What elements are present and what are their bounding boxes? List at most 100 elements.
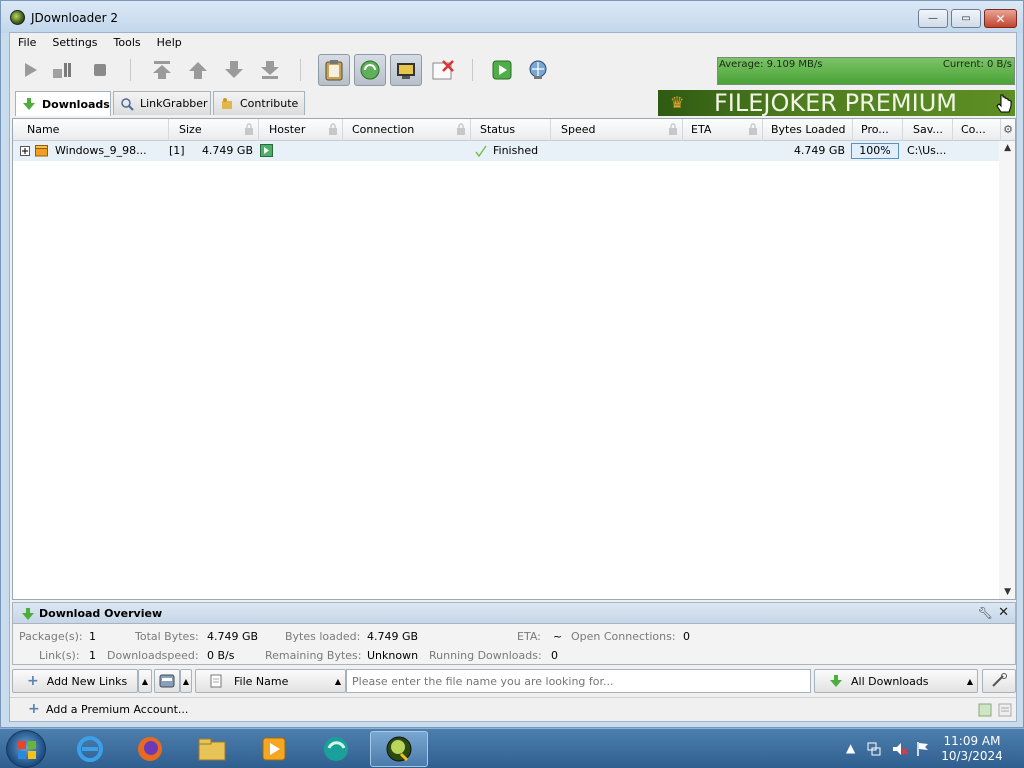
crown-icon: ♛ [670, 93, 685, 112]
expand-icon[interactable] [20, 141, 32, 161]
quick-settings-icon[interactable] [982, 669, 1016, 693]
tab-contribute[interactable]: Contribute [213, 91, 305, 115]
column-hoster-label: Hoster [269, 123, 306, 136]
column-save-to[interactable]: Sav... [903, 119, 953, 141]
download-arrow-icon [830, 675, 842, 687]
speed-meter: Average: 9.109 MB/s Current: 0 B/s [717, 57, 1015, 85]
tab-downloads-label: Downloads [42, 97, 110, 111]
column-progress[interactable]: Pro... [853, 119, 903, 141]
lock-icon [457, 123, 465, 135]
column-hoster[interactable]: Hoster [259, 119, 343, 141]
pause-icon[interactable] [48, 56, 76, 84]
action-center-flag-icon[interactable] [916, 741, 930, 760]
search-input[interactable] [346, 669, 811, 693]
minimize-button[interactable]: — [918, 9, 948, 28]
move-bottom-icon[interactable] [256, 56, 284, 84]
package-bytes-loaded: 4.749 GB [793, 144, 845, 157]
start-button[interactable] [6, 730, 46, 768]
premium-status-icon[interactable] [978, 703, 992, 717]
tab-linkgrabber[interactable]: LinkGrabber [113, 91, 211, 115]
downloads-table: Name Size Hoster Connection Status Speed [12, 118, 1016, 600]
browser-app-icon[interactable] [310, 731, 362, 767]
column-size[interactable]: Size [169, 119, 259, 141]
label-total-bytes: Total Bytes: [135, 630, 199, 643]
maximize-button[interactable]: ▭ [951, 9, 981, 28]
tab-downloads[interactable]: Downloads [15, 91, 111, 116]
clipboard-icon[interactable] [318, 54, 350, 86]
move-down-icon[interactable] [220, 56, 248, 84]
filejoker-premium-banner[interactable]: ♛ FILEJOKER PREMIUM [658, 90, 1015, 116]
play-icon[interactable] [16, 56, 44, 84]
column-size-label: Size [179, 123, 202, 136]
firefox-icon[interactable] [124, 731, 176, 767]
plus-icon: + [28, 701, 40, 717]
status-bar: + Add a Premium Account... [10, 697, 1016, 721]
value-total-bytes: 4.749 GB [207, 630, 259, 643]
finished-check-icon [475, 141, 489, 161]
add-premium-account-link[interactable]: Add a Premium Account... [46, 703, 188, 716]
table-header: Name Size Hoster Connection Status Speed [13, 119, 1015, 141]
column-eta[interactable]: ETA [683, 119, 763, 141]
wrench-icon[interactable]: 🔧︎ [978, 606, 993, 620]
column-connection[interactable]: Connection [343, 119, 471, 141]
banner-text: FILEJOKER PREMIUM [714, 90, 957, 116]
menu-settings[interactable]: Settings [44, 33, 105, 53]
average-speed: Average: 9.109 MB/s [719, 59, 823, 70]
label-open-connections: Open Connections: [571, 630, 676, 643]
value-remaining-bytes: Unknown [367, 649, 419, 662]
label-remaining-bytes: Remaining Bytes: [265, 649, 362, 662]
column-connection-label: Connection [352, 123, 415, 136]
network-icon[interactable] [866, 741, 882, 760]
column-name[interactable]: Name [13, 119, 169, 141]
media-player-icon[interactable] [248, 731, 300, 767]
scroll-down-icon[interactable]: ▼ [1004, 587, 1011, 597]
title-bar[interactable]: JDownloader 2 — ▭ ✕ [1, 1, 1023, 33]
filter-value: All Downloads [851, 674, 929, 688]
column-status[interactable]: Status [471, 119, 551, 141]
menu-tools[interactable]: Tools [106, 33, 149, 53]
column-settings-icon[interactable]: ⚙ [1003, 123, 1013, 136]
column-speed[interactable]: Speed [551, 119, 683, 141]
filter-select[interactable]: All Downloads ▲ [814, 669, 978, 693]
stop-icon[interactable] [86, 56, 114, 84]
internet-explorer-icon[interactable] [64, 731, 116, 767]
label-running-downloads: Running Downloads: [429, 649, 542, 662]
toolbar-separator [472, 59, 473, 81]
save-menu-arrow[interactable]: ▲ [180, 669, 192, 693]
premium-toggle-icon[interactable] [390, 54, 422, 86]
value-links: 1 [89, 649, 96, 662]
close-button[interactable]: ✕ [984, 9, 1017, 28]
update-icon[interactable] [524, 56, 552, 84]
column-comment[interactable]: Co... [953, 119, 1001, 141]
windows-logo-icon [18, 741, 36, 759]
add-links-menu-arrow[interactable]: ▲ [138, 669, 152, 693]
table-row[interactable]: Windows_9_98... [1] 4.749 GB Finished 4.… [13, 141, 999, 161]
table-scrollbar[interactable]: ▲ ▼ [999, 141, 1015, 599]
remove-offline-icon[interactable] [428, 56, 458, 84]
log-icon[interactable] [998, 703, 1012, 717]
save-linklist-icon[interactable] [154, 669, 180, 693]
reconnect-toggle-icon[interactable] [354, 54, 386, 86]
menu-file[interactable]: File [10, 33, 44, 53]
search-by-select[interactable]: File Name ▲ [195, 669, 346, 693]
move-top-icon[interactable] [148, 56, 176, 84]
close-overview-icon[interactable]: ✕ [998, 605, 1009, 620]
menu-help[interactable]: Help [149, 33, 190, 53]
add-new-links-label: Add New Links [46, 674, 128, 688]
clock[interactable]: 11:09 AM 10/3/2024 [936, 734, 1008, 764]
chevron-up-icon: ▲ [334, 676, 341, 686]
volume-muted-icon[interactable] [892, 741, 908, 760]
bottom-bar: + Add New Links ▲ ▲ File Name ▲ All Down… [12, 669, 1016, 693]
value-downloadspeed: 0 B/s [207, 649, 235, 662]
jdownloader-taskbar-icon[interactable] [370, 731, 428, 767]
scroll-up-icon[interactable]: ▲ [1004, 143, 1011, 153]
reconnect-icon[interactable] [488, 56, 516, 84]
contribute-icon [219, 96, 234, 111]
value-packages: 1 [89, 630, 96, 643]
tray-expand-icon[interactable]: ▲ [846, 741, 855, 755]
column-bytes-loaded[interactable]: Bytes Loaded [763, 119, 853, 141]
move-up-icon[interactable] [184, 56, 212, 84]
add-new-links-button[interactable]: + Add New Links [12, 669, 138, 693]
taskbar: ▲ 11:09 AM 10/3/2024 [0, 728, 1024, 768]
file-explorer-icon[interactable] [186, 731, 238, 767]
